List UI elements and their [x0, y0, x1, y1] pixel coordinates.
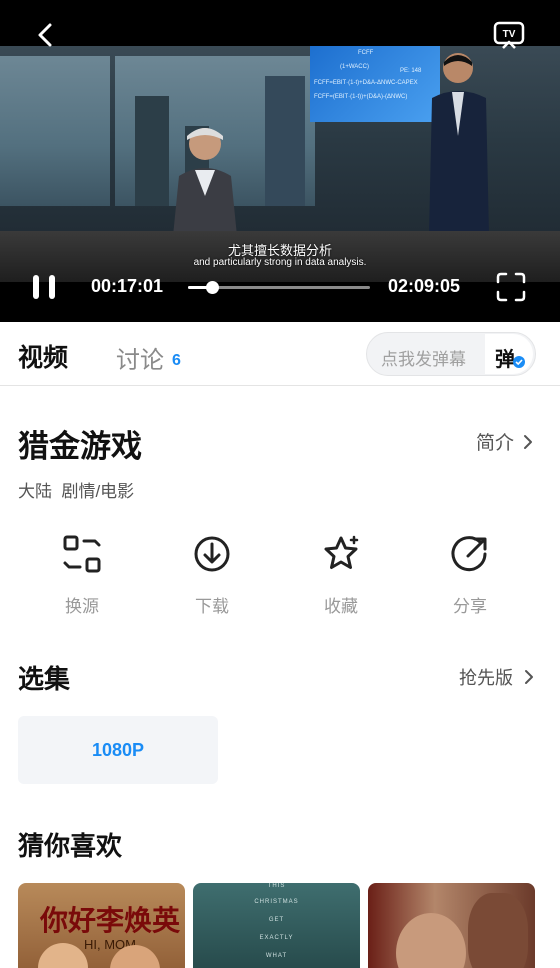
download-button[interactable]: 下载 [172, 534, 252, 624]
danmu-bar: 点我发弹幕 弹 [366, 332, 536, 376]
pause-icon [33, 275, 39, 299]
chevron-right-icon [524, 434, 533, 449]
download-icon [194, 536, 230, 572]
recommend-list: 你好李焕英 HI, MOM THIS CHRISTMAS GET EXACTLY… [18, 883, 558, 968]
early-version-label: 抢先版 [459, 668, 513, 688]
tab-discuss[interactable]: 讨论 [116, 340, 164, 375]
recommend-heading: 猜你喜欢 [18, 831, 123, 861]
poster-card[interactable]: 你好李焕英 HI, MOM [18, 883, 185, 968]
discuss-count-badge: 6 [172, 352, 181, 369]
progress-knob[interactable] [206, 281, 220, 294]
poster-text: THIS [267, 883, 286, 889]
pause-button[interactable] [30, 272, 60, 302]
current-time: 00:17:01 [91, 276, 164, 296]
tv-cast-icon: TV [493, 21, 525, 49]
poster-text: CHRISTMAS [254, 899, 299, 905]
tab-video[interactable]: 视频 [18, 338, 68, 374]
poster-text: EXACTLY [259, 935, 294, 941]
favorite-label: 收藏 [324, 597, 358, 616]
poster-text: GET [268, 917, 285, 923]
window [0, 56, 110, 206]
video-player[interactable]: FCFF (1+WACC) PE: 148 FCFF=EBIT·(1-t)+D&… [0, 0, 560, 322]
switch-source-label: 换源 [65, 597, 99, 616]
movie-meta: 大陆 剧情/电影 [18, 482, 135, 501]
content-tabs: 视频 讨论 6 点我发弹幕 弹 [0, 322, 560, 386]
progress-bar[interactable] [188, 281, 370, 294]
intro-label: 简介 [476, 433, 515, 454]
episode-label: 1080P [91, 740, 145, 760]
danmu-input[interactable]: 点我发弹幕 [381, 345, 466, 370]
playback-controls: 00:17:01 02:09:05 [0, 268, 560, 308]
early-version-link[interactable]: 抢先版 [459, 664, 537, 690]
subtitle-english: and particularly strong in data analysis… [193, 257, 367, 268]
chevron-left-icon [38, 23, 52, 47]
poster-title: 你好李焕英 [40, 904, 181, 937]
back-button[interactable] [30, 20, 60, 50]
danmu-toggle-label: 弹 [495, 349, 515, 371]
movie-title: 猎金游戏 [18, 429, 142, 464]
fullscreen-icon [496, 272, 526, 302]
favorite-button[interactable]: 收藏 [301, 534, 381, 624]
total-time: 02:09:05 [388, 276, 461, 296]
share-button[interactable]: 分享 [430, 534, 510, 624]
share-icon [451, 536, 487, 572]
action-row: 换源 下载 收藏 分享 [0, 534, 560, 624]
episode-item[interactable]: 1080P [18, 716, 218, 784]
fullscreen-button[interactable] [496, 272, 526, 302]
download-label: 下载 [195, 597, 229, 616]
share-label: 分享 [453, 597, 487, 616]
switch-source-button[interactable]: 换源 [42, 534, 122, 624]
cast-tv-button[interactable]: TV [492, 20, 526, 50]
poster-card[interactable] [368, 883, 535, 968]
favorite-star-icon [324, 535, 359, 569]
svg-text:TV: TV [503, 29, 516, 40]
danmu-toggle-button[interactable]: 弹 [485, 334, 533, 374]
switch-source-icon [63, 535, 101, 573]
intro-link[interactable]: 简介 [476, 428, 536, 455]
check-badge-icon [513, 356, 525, 368]
seated-man [173, 128, 237, 236]
chevron-right-icon [525, 670, 533, 684]
poster-text: WHAT [265, 953, 288, 959]
episodes-heading: 选集 [18, 664, 71, 694]
poster-card[interactable]: THIS CHRISTMAS GET EXACTLY WHAT [193, 883, 360, 968]
